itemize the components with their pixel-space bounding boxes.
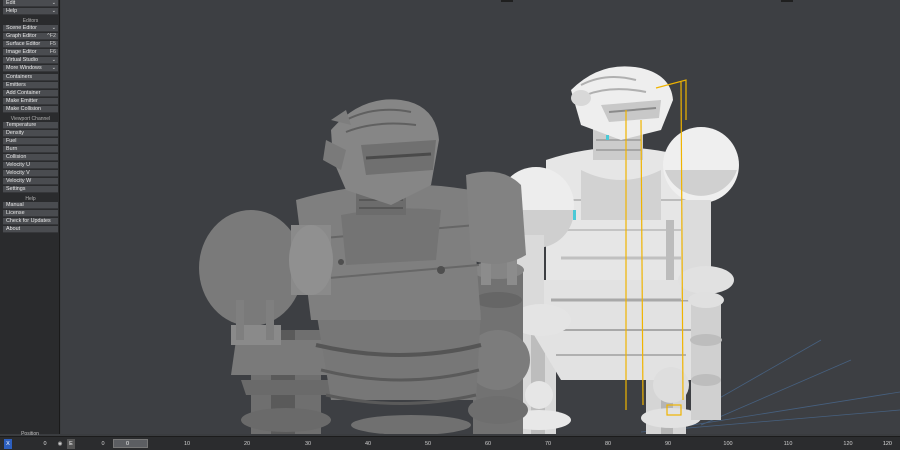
tick-label: 60 bbox=[484, 441, 492, 447]
make-emitter-button[interactable]: Make Emitter bbox=[3, 98, 58, 105]
viewport-handle bbox=[501, 0, 513, 2]
chevron-down-icon: ⌄ bbox=[51, 57, 56, 63]
tick-label: 100 bbox=[723, 441, 733, 447]
grey-robot bbox=[199, 99, 530, 434]
make-collision-button[interactable]: Make Collision bbox=[3, 106, 58, 113]
graph-editor-label: Graph Editor bbox=[6, 33, 37, 39]
scene-editor-label: Scene Editor bbox=[6, 25, 37, 31]
surface-editor-button[interactable]: Surface Editor F5 bbox=[3, 41, 58, 48]
timeline-slider[interactable]: 0 bbox=[113, 439, 148, 448]
image-editor-label: Image Editor bbox=[6, 49, 37, 55]
about-button[interactable]: About bbox=[3, 226, 58, 233]
surface-editor-label: Surface Editor bbox=[6, 41, 41, 47]
channel-collision[interactable]: Collision bbox=[3, 154, 58, 161]
tick-label: 50 bbox=[424, 441, 432, 447]
more-windows-button[interactable]: More Windows ⌄ bbox=[3, 65, 58, 72]
chevron-down-icon: ⌄ bbox=[51, 0, 56, 6]
tick-label: 110 bbox=[783, 441, 793, 447]
channel-velocity-w[interactable]: Velocity W bbox=[3, 178, 58, 185]
manual-button[interactable]: Manual bbox=[3, 202, 58, 209]
add-container-button[interactable]: Add Container bbox=[3, 90, 58, 97]
chevron-down-icon: ⌄ bbox=[51, 65, 56, 71]
channel-burn[interactable]: Burn bbox=[3, 146, 58, 153]
channel-fuel[interactable]: Fuel bbox=[3, 138, 58, 145]
channel-density[interactable]: Density bbox=[3, 130, 58, 137]
robot-render bbox=[199, 66, 900, 434]
white-robot bbox=[498, 66, 739, 434]
channel-temperature[interactable]: Temperature bbox=[3, 122, 58, 129]
image-editor-button[interactable]: Image Editor F6 bbox=[3, 49, 58, 56]
image-editor-shortcut: F6 bbox=[49, 49, 56, 55]
tick-label: 30 bbox=[304, 441, 312, 447]
check-updates-button[interactable]: Check for Updates bbox=[3, 218, 58, 225]
license-button[interactable]: License bbox=[3, 210, 58, 217]
graph-editor-button[interactable]: Graph Editor ^F2 bbox=[3, 33, 58, 40]
key-button[interactable]: X bbox=[4, 439, 12, 449]
editors-section-label: Editors bbox=[22, 18, 39, 24]
channel-velocity-v[interactable]: Velocity V bbox=[3, 170, 58, 177]
virtual-studio-button[interactable]: Virtual Studio ⌄ bbox=[3, 57, 58, 64]
eye-icon[interactable]: ◉ bbox=[56, 439, 64, 449]
tick-label: 0 bbox=[101, 441, 105, 447]
timeline[interactable]: X 0 ◉ E 0 10 20 30 40 50 60 70 80 90 100… bbox=[0, 436, 900, 450]
virtual-studio-label: Virtual Studio bbox=[6, 57, 38, 63]
viewport-handle bbox=[781, 0, 793, 2]
menu-help-label: Help bbox=[6, 8, 18, 14]
current-frame-field[interactable]: 0 bbox=[38, 439, 52, 449]
timeline-track[interactable]: 0 10 20 30 40 50 60 70 80 90 100 110 120 bbox=[95, 439, 870, 449]
chevron-down-icon: ⌄ bbox=[51, 25, 56, 31]
more-windows-label: More Windows bbox=[6, 65, 42, 71]
channel-velocity-u[interactable]: Velocity U bbox=[3, 162, 58, 169]
scene-editor-button[interactable]: Scene Editor ⌄ bbox=[3, 25, 58, 32]
settings-button[interactable]: Settings bbox=[3, 186, 58, 193]
tool-panel: Edit ⌄ Help ⌄ Editors Scene Editor ⌄ Graph … bbox=[0, 0, 60, 434]
surface-editor-shortcut: F5 bbox=[49, 41, 56, 47]
tick-label: 90 bbox=[664, 441, 672, 447]
tick-label: 10 bbox=[183, 441, 191, 447]
menu-edit[interactable]: Edit ⌄ bbox=[3, 0, 58, 7]
menu-edit-label: Edit bbox=[6, 0, 16, 6]
tick-label: 120 bbox=[843, 441, 853, 447]
menu-help[interactable]: Help ⌄ bbox=[3, 8, 58, 15]
tick-label: 80 bbox=[604, 441, 612, 447]
3d-viewport[interactable] bbox=[61, 0, 900, 434]
e-button[interactable]: E bbox=[67, 439, 75, 449]
chevron-down-icon: ⌄ bbox=[51, 8, 56, 14]
tick-label: 70 bbox=[544, 441, 552, 447]
containers-button[interactable]: Containers bbox=[3, 74, 58, 81]
tick-label: 40 bbox=[364, 441, 372, 447]
graph-editor-shortcut: ^F2 bbox=[47, 33, 56, 39]
tick-label: 20 bbox=[243, 441, 251, 447]
emitters-button[interactable]: Emitters bbox=[3, 82, 58, 89]
end-frame-field[interactable]: 120 bbox=[883, 439, 892, 449]
slider-frame-label: 0 bbox=[126, 441, 130, 447]
